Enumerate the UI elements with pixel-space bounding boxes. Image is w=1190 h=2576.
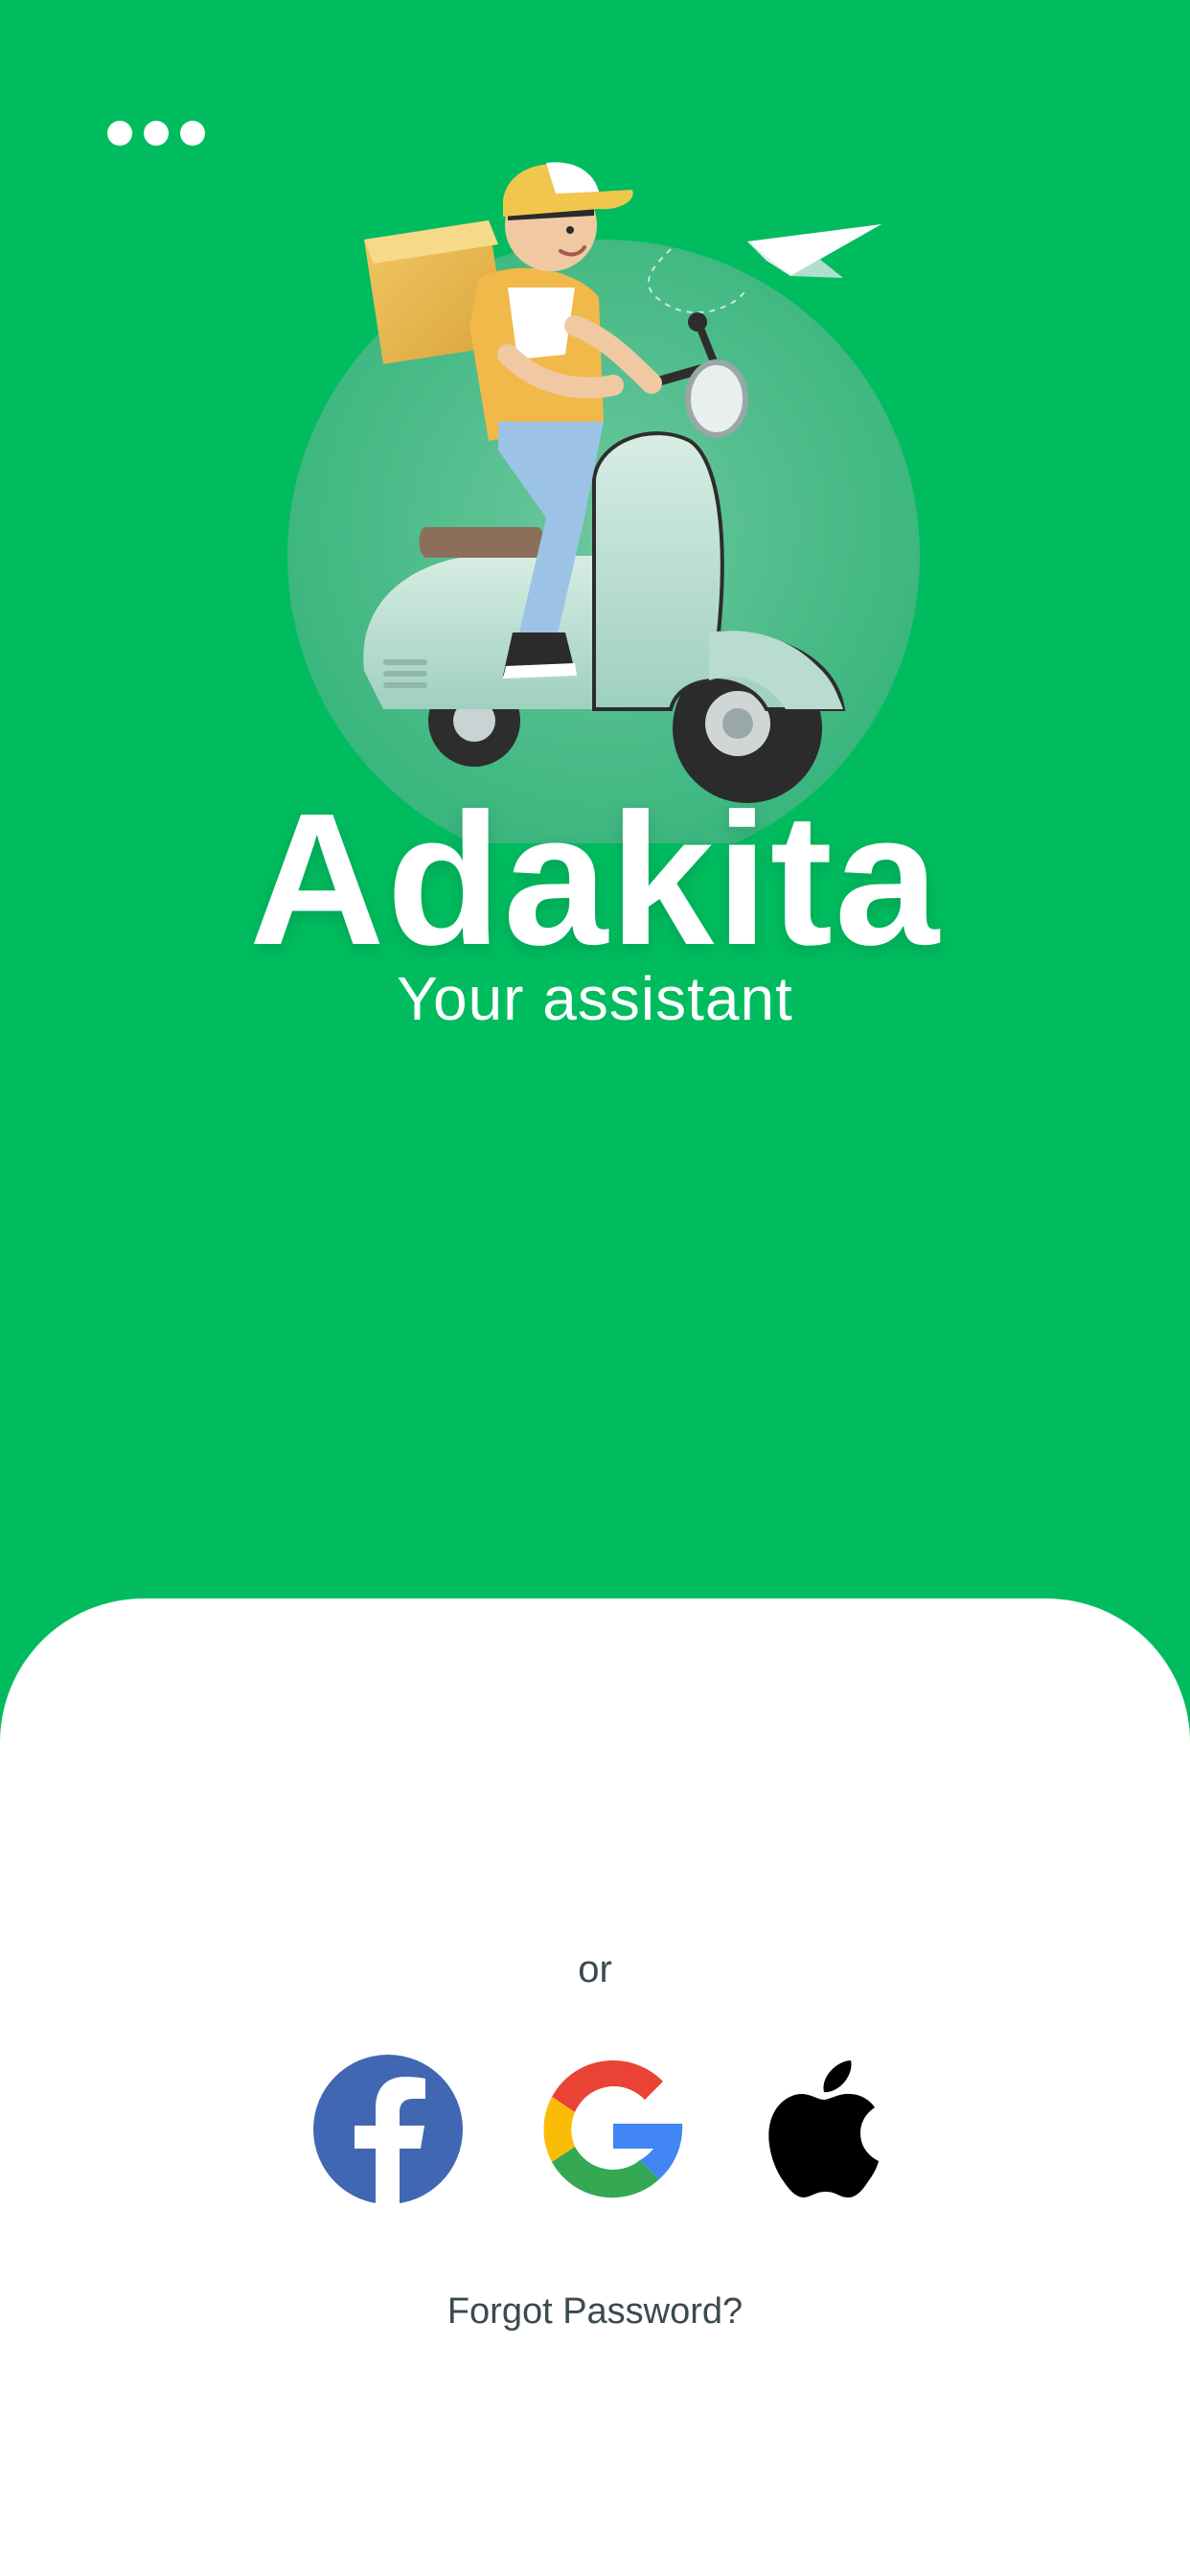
- more-dots-icon[interactable]: [107, 121, 205, 146]
- dot: [180, 121, 205, 146]
- google-login-button[interactable]: [537, 2053, 690, 2206]
- facebook-icon: [313, 2055, 463, 2206]
- headlight: [685, 359, 748, 438]
- apple-icon: [768, 2060, 879, 2197]
- scooter-seat: [419, 527, 545, 558]
- facebook-login-button[interactable]: [311, 2053, 465, 2206]
- or-divider: or: [578, 1948, 612, 1990]
- dot: [107, 121, 132, 146]
- app-title: Adakita: [248, 774, 941, 984]
- dot: [144, 121, 169, 146]
- social-login-row: [0, 2053, 1190, 2206]
- google-icon: [543, 2059, 683, 2198]
- hero-illustration: [268, 134, 920, 843]
- apple-login-button[interactable]: [757, 2053, 910, 2206]
- app-tagline: Your assistant: [397, 964, 793, 1033]
- forgot-password-link[interactable]: Forgot Password?: [0, 2293, 1190, 2330]
